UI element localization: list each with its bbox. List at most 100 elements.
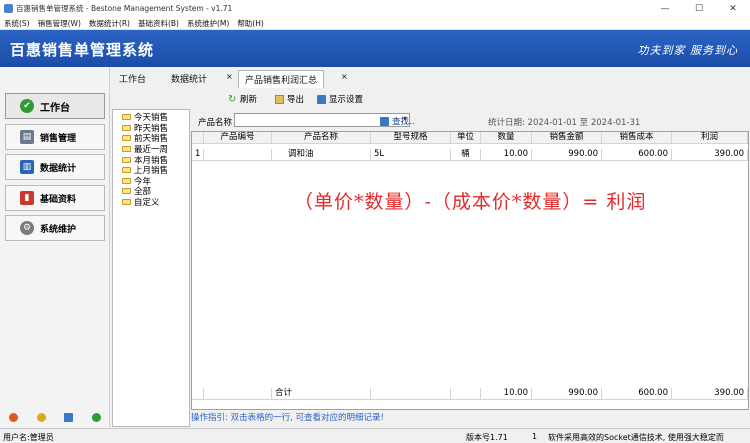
product-name-label: 产品名称 [198,118,233,128]
close-button[interactable]: ✕ [716,4,750,14]
table-header: 产品编号 产品名称 型号规格 单位 数量 销售金额 销售成本 利润 [192,132,748,144]
sidebar-item-basic-data[interactable]: ▮ 基础资料 [5,185,105,211]
menu-help[interactable]: 帮助(H) [237,18,264,29]
menu-stats[interactable]: 数据统计(R) [89,18,130,29]
operation-hint: 操作指引: 双击表格的一行, 可查看对应的明细记录! [191,413,384,423]
column-header[interactable]: 数量 [481,132,532,144]
product-name-cell: 调和油 [272,149,371,161]
sidebar-item-maintenance[interactable]: ⚙ 系统维护 [5,215,105,241]
profit-cell: 390.00 [672,149,748,161]
status-message: 软件采用高效的Socket通信技术, 使用强大稳定而 [548,433,724,442]
total-label: 合计 [272,388,371,400]
menu-sales[interactable]: 销售管理(W) [38,18,81,29]
column-header[interactable]: 利润 [672,132,748,144]
sidebar-item-label: 基础资料 [40,194,77,205]
refresh-label: 刷新 [240,95,258,105]
check-icon: ✔ [20,99,34,113]
column-header[interactable]: 销售成本 [602,132,672,144]
sidebar-item-label: 销售管理 [40,133,77,144]
menu-bar: 系统(S) 销售管理(W) 数据统计(R) 基础资料(B) 系统维护(M) 帮助… [0,17,750,30]
search-icon [380,116,389,126]
column-header[interactable]: 产品名称 [272,132,371,144]
column-header [192,132,204,144]
folder-icon [122,124,131,131]
column-header[interactable]: 单位 [451,132,481,144]
tab-bar: 工作台 数据统计 × 产品销售利润汇总 × [111,67,750,88]
column-header[interactable]: 型号规格 [371,132,451,144]
tab-stats[interactable]: 数据统计 [171,72,207,85]
total-row-number [192,388,204,400]
gear-icon: ⚙ [20,221,34,235]
filter-bar: 产品名称 ▾ 查找.. 统计日期: 2024-01-01 至 2024-01-3… [192,110,750,130]
menu-system[interactable]: 系统(S) [4,18,30,29]
status-user: 用户名:管理员 [3,433,54,442]
display-settings-button[interactable]: 显示设置 [317,93,363,105]
header-banner: 百惠销售单管理系统 功夫到家 服务到心 [0,30,750,67]
profit-formula-annotation: （单价*数量）-（成本价*数量）= 利润 [294,191,647,213]
folder-icon [122,177,131,184]
menu-basic-data[interactable]: 基础资料(B) [138,18,179,29]
quantity-cell: 10.00 [481,149,532,161]
spec-cell: 5L [371,149,451,161]
find-button[interactable]: 查找.. [380,115,414,127]
sidebar: ✔ 工作台 ▤ 销售管理 ▥ 数据统计 ▮ 基础资料 ⚙ 系统维护 [0,67,110,427]
profit-table: 产品编号 产品名称 型号规格 单位 数量 销售金额 销售成本 利润 1 调和油 … [191,131,749,410]
find-label: 查找.. [392,117,415,127]
tab-close-icon[interactable]: × [341,72,348,81]
status-bar: 用户名:管理员 版本号1.71 1 软件采用高效的Socket通信技术, 使用强… [0,428,750,442]
sidebar-item-workbench[interactable]: ✔ 工作台 [5,93,105,119]
tab-product-profit[interactable]: 产品销售利润汇总 [238,70,325,88]
display-settings-label: 显示设置 [329,95,364,105]
column-header[interactable]: 销售金额 [532,132,602,144]
book-icon: ▮ [20,191,34,205]
table-row[interactable]: 1 调和油 5L 桶 10.00 990.00 600.00 390.00 [192,149,748,161]
tab-workbench[interactable]: 工作台 [119,72,146,85]
total-cost: 600.00 [602,388,672,400]
export-button[interactable]: 导出 [275,93,304,105]
folder-icon [122,199,131,206]
sidebar-footer [0,408,110,426]
tab-close-icon[interactable]: × [226,72,233,81]
tree-item-custom[interactable]: 自定义 [113,197,189,208]
maximize-button[interactable]: ☐ [682,4,716,14]
unit-cell: 桶 [451,149,481,161]
total-profit: 390.00 [672,388,748,400]
folder-icon [122,114,131,121]
folder-icon [122,146,131,153]
column-header[interactable]: 产品编号 [204,132,272,144]
power-icon[interactable] [9,412,19,422]
export-icon [275,94,284,104]
refresh-icon: ↻ [228,93,237,105]
refresh-button[interactable]: ↻ 刷新 [228,93,257,105]
minimize-button[interactable]: — [648,4,682,14]
sidebar-item-label: 系统维护 [40,224,77,235]
settings-icon [317,94,326,104]
help-icon[interactable] [36,412,46,422]
period-tree: 今天销售 昨天销售 前天销售 最近一周 本月销售 上月销售 今年 全部 自定义 [112,109,190,427]
folder-icon [122,188,131,195]
printer-icon: ▤ [20,130,34,144]
sidebar-item-sales[interactable]: ▤ 销售管理 [5,124,105,150]
menu-maintenance[interactable]: 系统维护(M) [187,18,229,29]
exit-icon[interactable] [91,412,101,422]
date-range: 统计日期: 2024-01-01 至 2024-01-31 [488,118,641,128]
product-code-cell [204,149,272,161]
folder-icon [122,167,131,174]
total-code-cell [204,388,272,400]
window-title: 百惠销售单管理系统 - Bestone Management System - … [16,4,233,13]
chart-icon: ▥ [20,160,34,174]
window-titlebar: 百惠销售单管理系统 - Bestone Management System - … [0,0,750,17]
sales-amount-cell: 990.00 [532,149,602,161]
sidebar-item-stats[interactable]: ▥ 数据统计 [5,154,105,180]
total-amount: 990.00 [532,388,602,400]
status-count: 1 [532,432,538,441]
sidebar-item-label: 数据统计 [40,163,77,174]
window-icon[interactable] [64,412,74,422]
status-version: 版本号1.71 [466,433,508,442]
sidebar-item-label: 工作台 [40,102,70,114]
total-unit-cell [451,388,481,400]
app-title: 百惠销售单管理系统 [10,41,155,59]
tree-item-label: 自定义 [134,198,160,209]
table-total-row: 合计 10.00 990.00 600.00 390.00 [192,388,748,400]
app-slogan: 功夫到家 服务到心 [637,44,738,57]
